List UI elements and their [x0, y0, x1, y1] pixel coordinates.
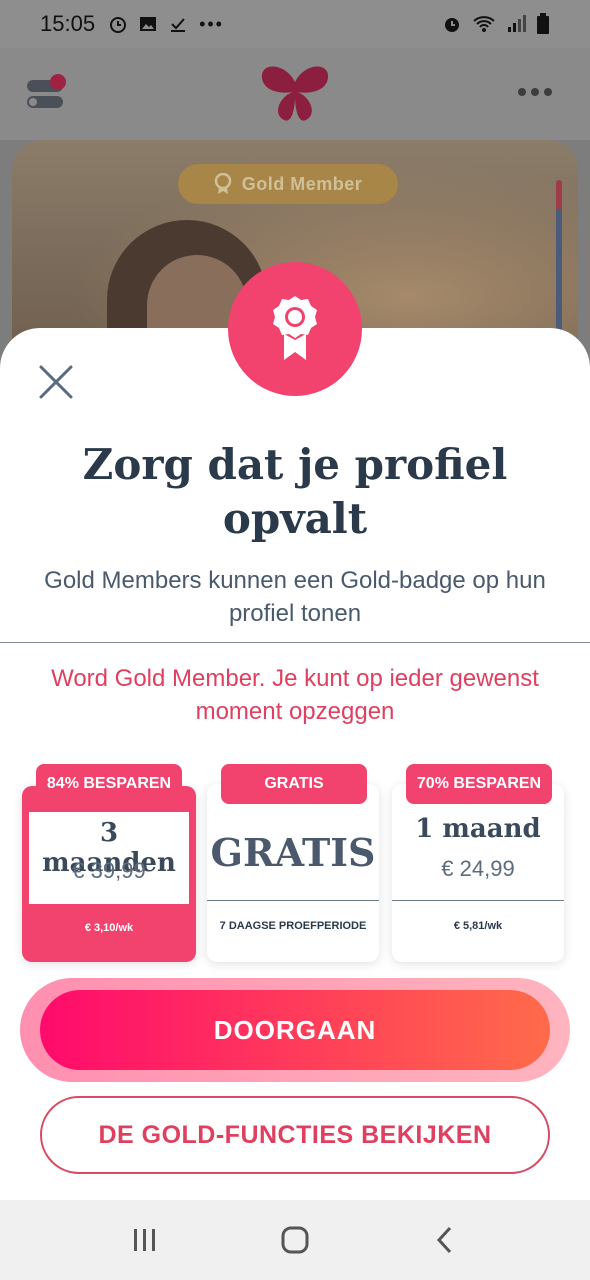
divider	[0, 642, 590, 643]
promo-text: Word Gold Member. Je kunt op ieder gewen…	[51, 665, 539, 725]
plan-inner: 3 maanden € 39,99	[29, 812, 189, 904]
plan-card-free-trial[interactable]: GRATIS GRATIS 7 DAAGSE PROEFPERIODE	[207, 764, 379, 962]
award-icon	[214, 173, 231, 194]
gold-upsell-sheet: Zorg dat je profiel opvalt Gold Members …	[0, 328, 590, 1200]
back-icon[interactable]	[425, 1220, 465, 1260]
image-icon	[140, 17, 157, 31]
close-icon[interactable]	[38, 364, 74, 400]
sheet-subline: Gold Members kunnen een Gold-badge op hu…	[44, 567, 546, 627]
status-bar: 15:05 •••	[0, 0, 590, 48]
plan-weekly-price: € 5,81/wk	[453, 920, 503, 932]
plan-price: € 24,99	[441, 856, 515, 881]
plan-card-1-month[interactable]: 70% BESPAREN 1 maand € 24,99 € 5,81/wk	[392, 764, 564, 962]
home-icon[interactable]	[275, 1220, 315, 1260]
view-gold-features-button[interactable]: DE GOLD-FUNCTIES BEKIJKEN	[40, 1096, 550, 1174]
plan-name: GRATIS	[210, 830, 376, 875]
alarm-icon	[445, 18, 459, 32]
download-icon	[171, 18, 186, 32]
more-notifications-icon: •••	[199, 13, 224, 34]
award-ribbon-icon	[273, 296, 317, 360]
plan-card-3-months[interactable]: 84% BESPAREN 3 maanden € 39,99 € 3,10/wk	[22, 764, 196, 962]
plan-divider	[207, 900, 379, 901]
filter-toggle-icon[interactable]	[26, 74, 66, 114]
plan-tag: 70% BESPAREN	[406, 764, 552, 804]
plan-name: 1 maand	[415, 814, 541, 844]
continue-button-glow: DOORGAAN	[20, 978, 570, 1082]
plan-divider	[392, 900, 564, 901]
recent-apps-icon[interactable]	[125, 1220, 165, 1260]
butterfly-logo-icon	[261, 66, 329, 121]
app-header	[0, 48, 590, 140]
status-left-icons: •••	[109, 14, 224, 35]
status-right-icons	[442, 13, 550, 35]
status-time: 15:05	[40, 11, 96, 36]
gold-member-badge-label: Gold Member	[241, 173, 363, 194]
more-options-icon[interactable]	[518, 88, 552, 96]
plan-weekly-price: € 3,10/wk	[84, 922, 134, 934]
continue-button[interactable]: DOORGAAN	[40, 990, 550, 1070]
sheet-headline: Zorg dat je profiel opvalt	[82, 440, 508, 543]
system-navigation-bar	[0, 1200, 590, 1280]
plan-tag: 84% BESPAREN	[36, 764, 182, 804]
plan-tag: GRATIS	[221, 764, 367, 804]
plan-trial-label: 7 DAAGSE PROEFPERIODE	[219, 920, 367, 932]
plan-price: € 39,99	[72, 858, 146, 883]
gold-member-badge: Gold Member	[178, 164, 398, 204]
award-badge-circle	[228, 262, 362, 396]
wifi-icon	[473, 16, 495, 32]
battery-icon	[537, 13, 549, 34]
clock-icon	[110, 17, 127, 33]
signal-icon	[508, 15, 526, 32]
